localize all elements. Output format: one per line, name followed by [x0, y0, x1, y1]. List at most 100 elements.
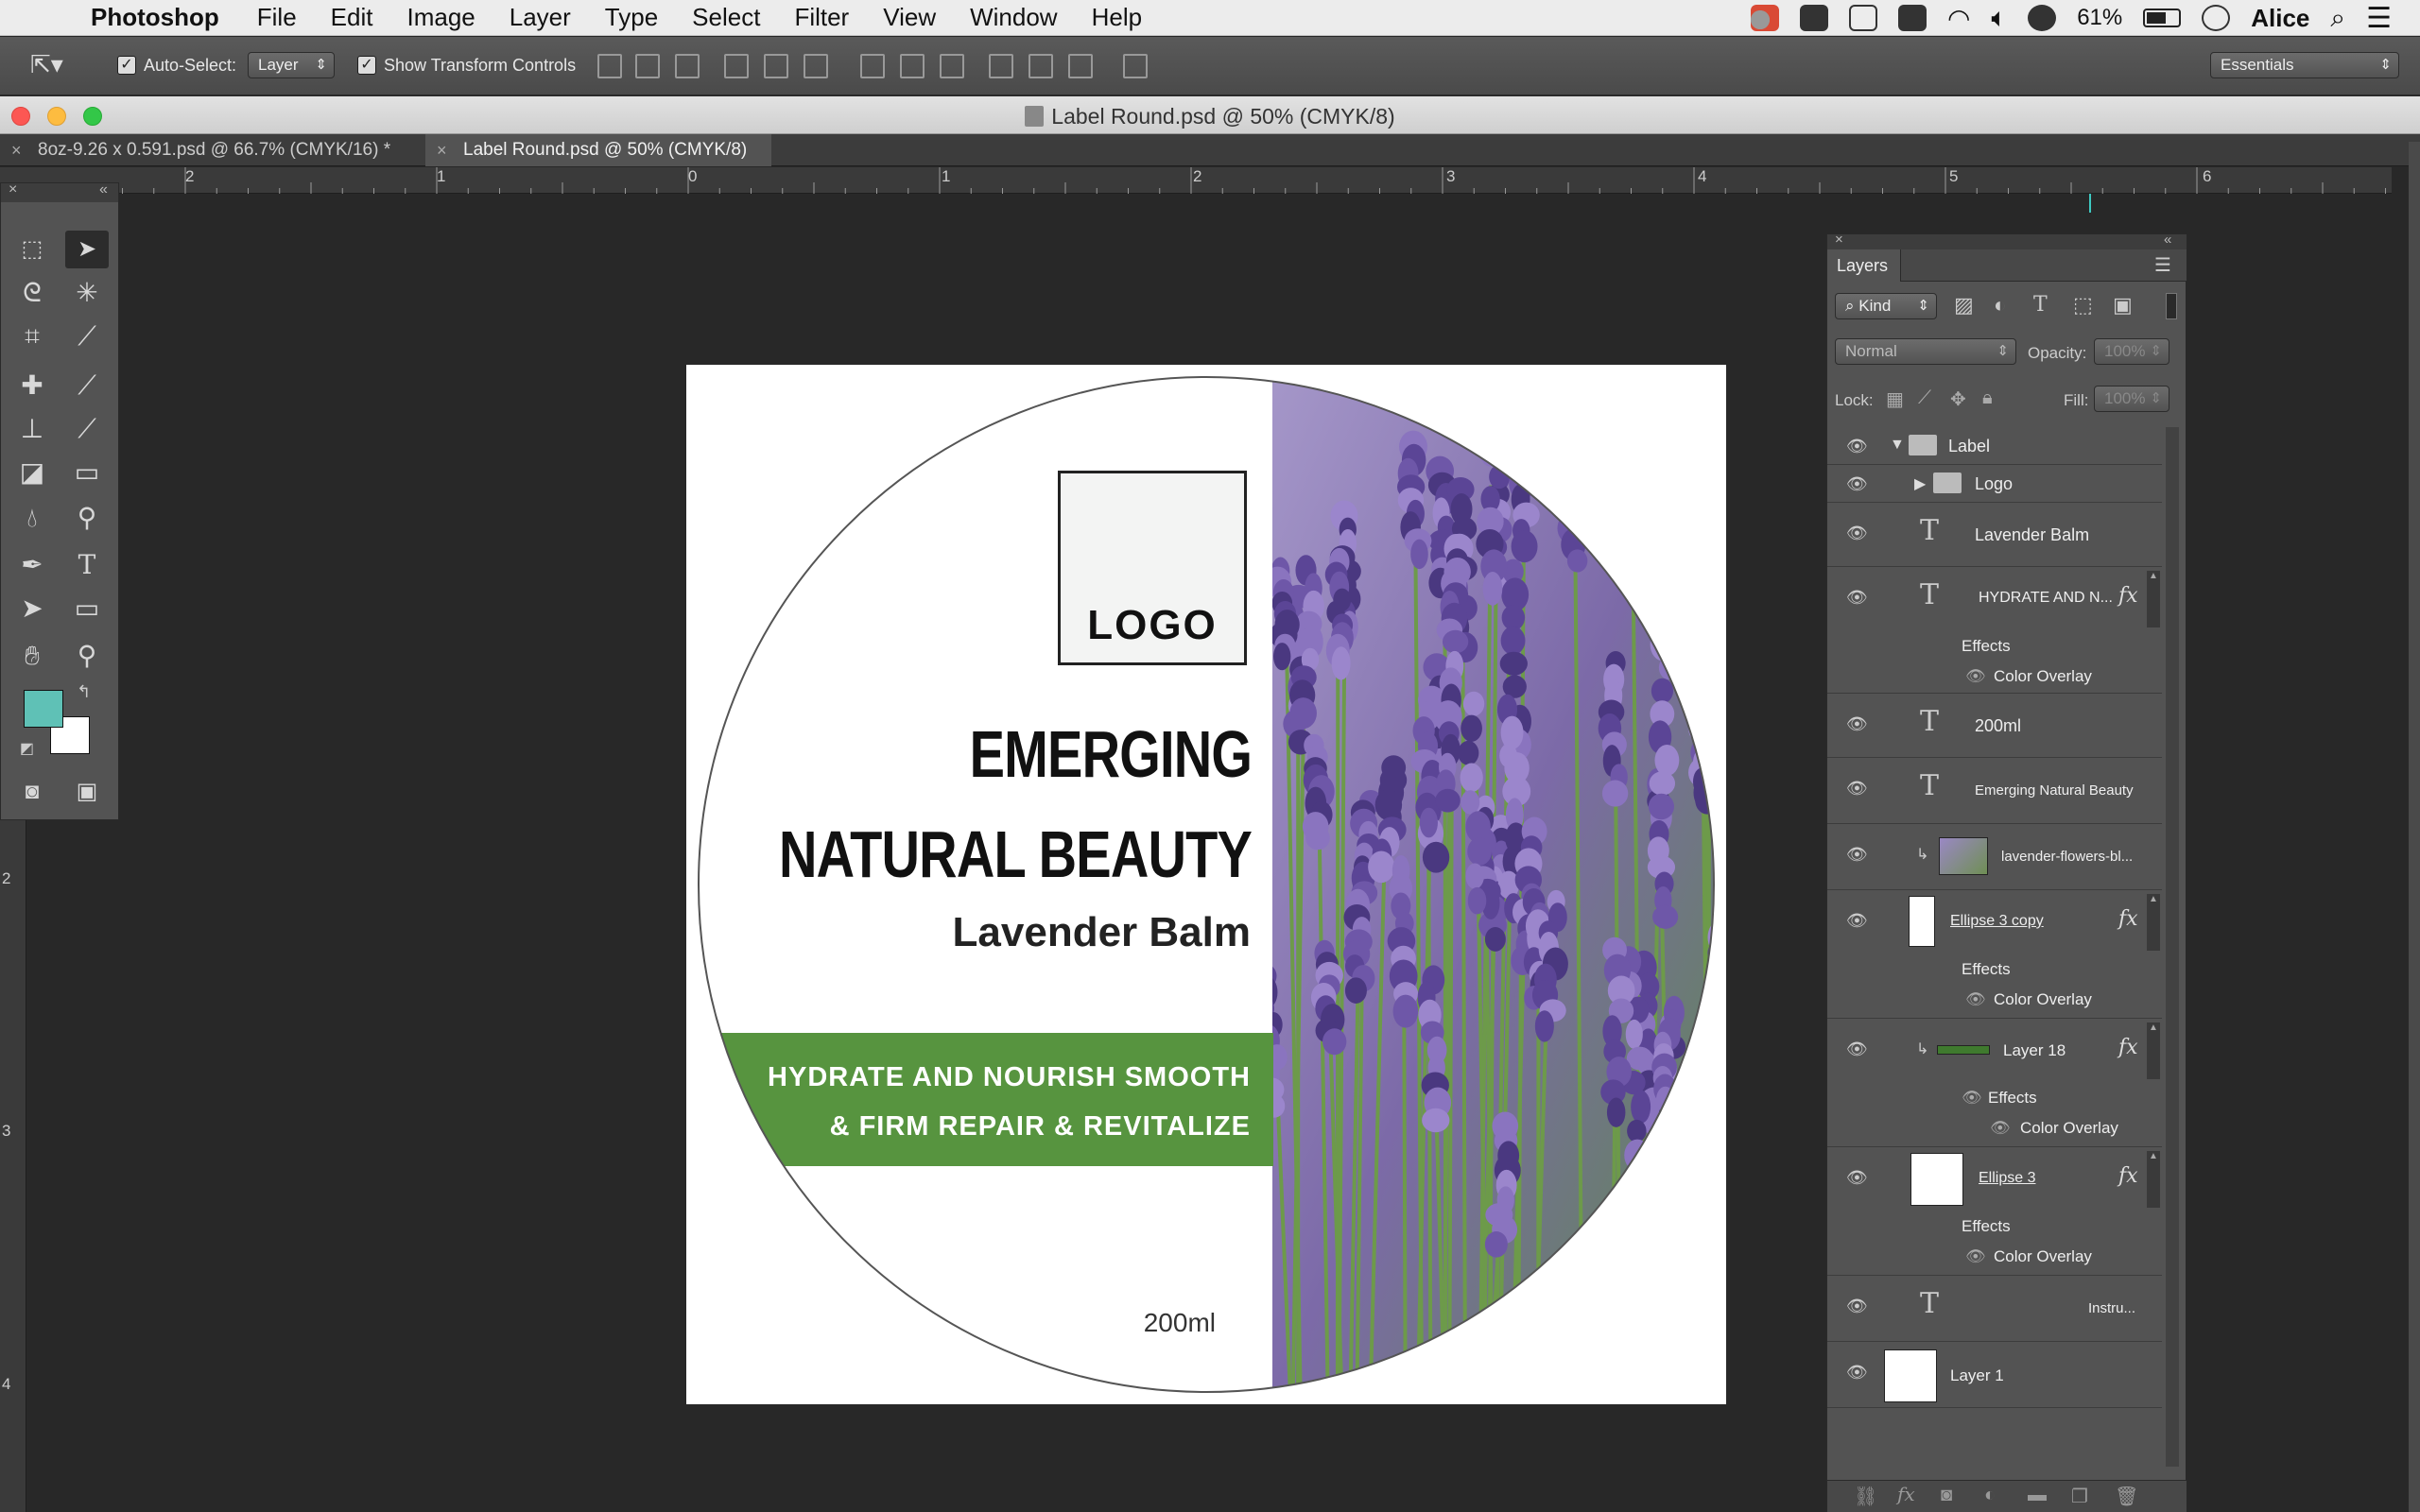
distribute-hcenter-icon[interactable] [1028, 54, 1053, 78]
group-expanded-icon[interactable]: ▼ [1890, 437, 1905, 454]
layer-name[interactable]: lavender-flowers-bl... [2001, 849, 2133, 865]
visibility-eye-icon[interactable]: 👁︎ [1846, 1040, 1873, 1058]
layer-name[interactable]: 200ml [1975, 716, 2021, 736]
layer-name[interactable]: Layer 1 [1950, 1366, 2004, 1385]
headphones-icon[interactable] [2028, 5, 2057, 31]
layer-row[interactable]: 👁︎ T HYDRATE AND N... fx ▲ Effects 👁︎ Co… [1827, 567, 2162, 694]
lock-pixels-icon[interactable]: ⟋ [1918, 387, 1931, 409]
layer-name[interactable]: Emerging Natural Beauty [1975, 782, 2134, 799]
align-hcenter-icon[interactable] [764, 54, 788, 78]
new-group-icon[interactable]: ▬ [2028, 1485, 2047, 1506]
layer-row[interactable]: 👁︎ ↳ lavender-flowers-bl... [1827, 824, 2162, 890]
pen-tool-icon[interactable]: ✒ [10, 546, 54, 584]
wd-drive-icon[interactable] [1897, 5, 1927, 31]
layer-row[interactable]: 👁︎ ↳ Layer 18 fx ▲ 👁︎ Effects 👁︎ Color O… [1827, 1019, 2162, 1147]
quick-mask-icon[interactable]: ◙ [10, 773, 54, 811]
menu-layer[interactable]: Layer [510, 3, 571, 32]
auto-select-dropdown[interactable]: Layer [248, 52, 335, 78]
filter-adjustment-icon[interactable]: ◐ [1994, 293, 2006, 318]
align-bottom-icon[interactable] [675, 54, 700, 78]
layers-collapse-icon[interactable]: « [2164, 232, 2171, 248]
layer-row[interactable]: 👁︎ T Emerging Natural Beauty [1827, 758, 2162, 824]
tab-close-icon[interactable]: × [437, 134, 447, 166]
filter-toggle[interactable] [2166, 293, 2177, 319]
hand-tool-icon[interactable]: ✋︎ [10, 637, 54, 675]
layer-name[interactable]: HYDRATE AND N... [1979, 590, 2113, 607]
layer-row[interactable]: 👁︎ ▶ Logo [1827, 465, 2162, 503]
document-canvas[interactable]: LOGO EMERGING NATURAL BEAUTY Lavender Ba… [686, 365, 1726, 1404]
lock-position-icon[interactable]: ✥ [1950, 387, 1966, 411]
menu-app-name[interactable]: Photoshop [91, 3, 219, 32]
tab-label-round[interactable]: × Label Round.psd @ 50% (CMYK/8) [425, 134, 771, 166]
visibility-eye-icon[interactable]: 👁︎ [1846, 911, 1873, 930]
zoom-tool-icon[interactable]: ⚲ [65, 637, 109, 675]
layers-close-icon[interactable]: × [1835, 232, 1843, 248]
menu-select[interactable]: Select [692, 3, 760, 32]
add-mask-icon[interactable]: ◙ [1941, 1485, 1952, 1506]
layer-row[interactable]: 👁︎ T 200ml [1827, 694, 2162, 758]
path-selection-icon[interactable]: ➤ [10, 590, 54, 627]
menu-filter[interactable]: Filter [794, 3, 849, 32]
menu-file[interactable]: File [257, 3, 297, 32]
align-right-icon[interactable] [804, 54, 828, 78]
spotlight-search-icon[interactable]: ⌕ [2330, 3, 2345, 34]
gradient-tool-icon[interactable]: ▭ [65, 454, 109, 491]
menu-edit[interactable]: Edit [331, 3, 373, 32]
group-collapsed-icon[interactable]: ▶ [1914, 474, 1926, 493]
layer-row[interactable]: 👁︎ Layer 1 [1827, 1342, 2162, 1408]
filter-smart-object-icon[interactable]: ▣ [2113, 293, 2133, 318]
layers-panel-header[interactable]: × « [1827, 232, 2187, 249]
layer-name[interactable]: Lavender Balm [1975, 525, 2089, 545]
fx-icon[interactable]: fx [2118, 907, 2138, 931]
layer-row[interactable]: 👁︎ T Instru... [1827, 1276, 2162, 1342]
menu-window[interactable]: Window [970, 3, 1057, 32]
clock-icon[interactable] [2202, 5, 2231, 31]
magic-wand-icon[interactable]: ✳ [65, 274, 109, 312]
tab-8oz-document[interactable]: × 8oz-9.26 x 0.591.psd @ 66.7% (CMYK/16)… [0, 134, 424, 166]
healing-brush-icon[interactable]: ✚ [10, 367, 54, 404]
effects-toggle[interactable]: ▲ [2147, 571, 2160, 627]
menu-view[interactable]: View [883, 3, 936, 32]
menu-help[interactable]: Help [1092, 3, 1142, 32]
check-icon[interactable] [1848, 5, 1877, 31]
fill-field[interactable]: 100% [2094, 386, 2169, 412]
show-transform-checkbox[interactable]: ✓ [357, 56, 376, 75]
blend-mode-dropdown[interactable]: Normal [1835, 338, 2016, 365]
visibility-eye-icon[interactable]: 👁︎ [1846, 779, 1873, 798]
blur-tool-icon[interactable]: 💧︎ [10, 499, 54, 537]
notification-center-icon[interactable]: ☰ [2366, 2, 2392, 35]
default-colors-icon[interactable]: ◩ [20, 739, 34, 758]
color-overlay-label[interactable]: Color Overlay [2020, 1119, 2118, 1138]
filter-pixel-icon[interactable]: ▨ [1954, 293, 1974, 318]
effect-eye-icon[interactable]: 👁︎ [1965, 990, 1986, 1009]
eyedropper-icon[interactable]: ⟋ [65, 318, 109, 355]
filter-kind-dropdown[interactable]: ⌕ Kind [1835, 293, 1937, 319]
fx-icon[interactable]: fx [2118, 1036, 2138, 1059]
move-tool-preset-icon[interactable]: ⇱▾ [30, 50, 63, 79]
layer-name[interactable]: Ellipse 3 copy [1950, 913, 2044, 930]
effects-toggle[interactable]: ▲ [2147, 1022, 2160, 1079]
fx-icon[interactable]: fx [2118, 584, 2138, 608]
visibility-eye-icon[interactable]: 👁︎ [1846, 1297, 1873, 1315]
eraser-tool-icon[interactable]: ◪ [10, 454, 54, 491]
visibility-eye-icon[interactable]: 👁︎ [1846, 524, 1873, 542]
history-brush-icon[interactable]: ⟋ [65, 410, 109, 448]
brush-tool-icon[interactable]: ⟋ [65, 367, 109, 404]
type-tool-icon[interactable]: T [65, 546, 109, 584]
link-layers-icon[interactable]: ⛓ [1854, 1485, 1877, 1508]
align-vcenter-icon[interactable] [635, 54, 660, 78]
menu-image[interactable]: Image [406, 3, 475, 32]
tab-close-icon[interactable]: × [11, 134, 22, 166]
align-top-icon[interactable] [597, 54, 622, 78]
fx-icon[interactable]: fx [2118, 1164, 2138, 1188]
layer-name[interactable]: Ellipse 3 [1979, 1170, 2035, 1187]
new-layer-icon[interactable]: ❐ [2071, 1485, 2088, 1508]
auto-align-icon[interactable] [1123, 54, 1148, 78]
effect-eye-icon[interactable]: 👁︎ [1965, 1247, 1986, 1266]
screen-mode-icon[interactable]: ▣ [65, 773, 109, 811]
auto-select-checkbox[interactable]: ✓ [117, 56, 136, 75]
color-overlay-label[interactable]: Color Overlay [1994, 667, 2092, 686]
layer-row[interactable]: 👁︎ T Lavender Balm [1827, 503, 2162, 567]
visibility-eye-icon[interactable]: 👁︎ [1846, 474, 1873, 493]
color-overlay-label[interactable]: Color Overlay [1994, 990, 2092, 1009]
